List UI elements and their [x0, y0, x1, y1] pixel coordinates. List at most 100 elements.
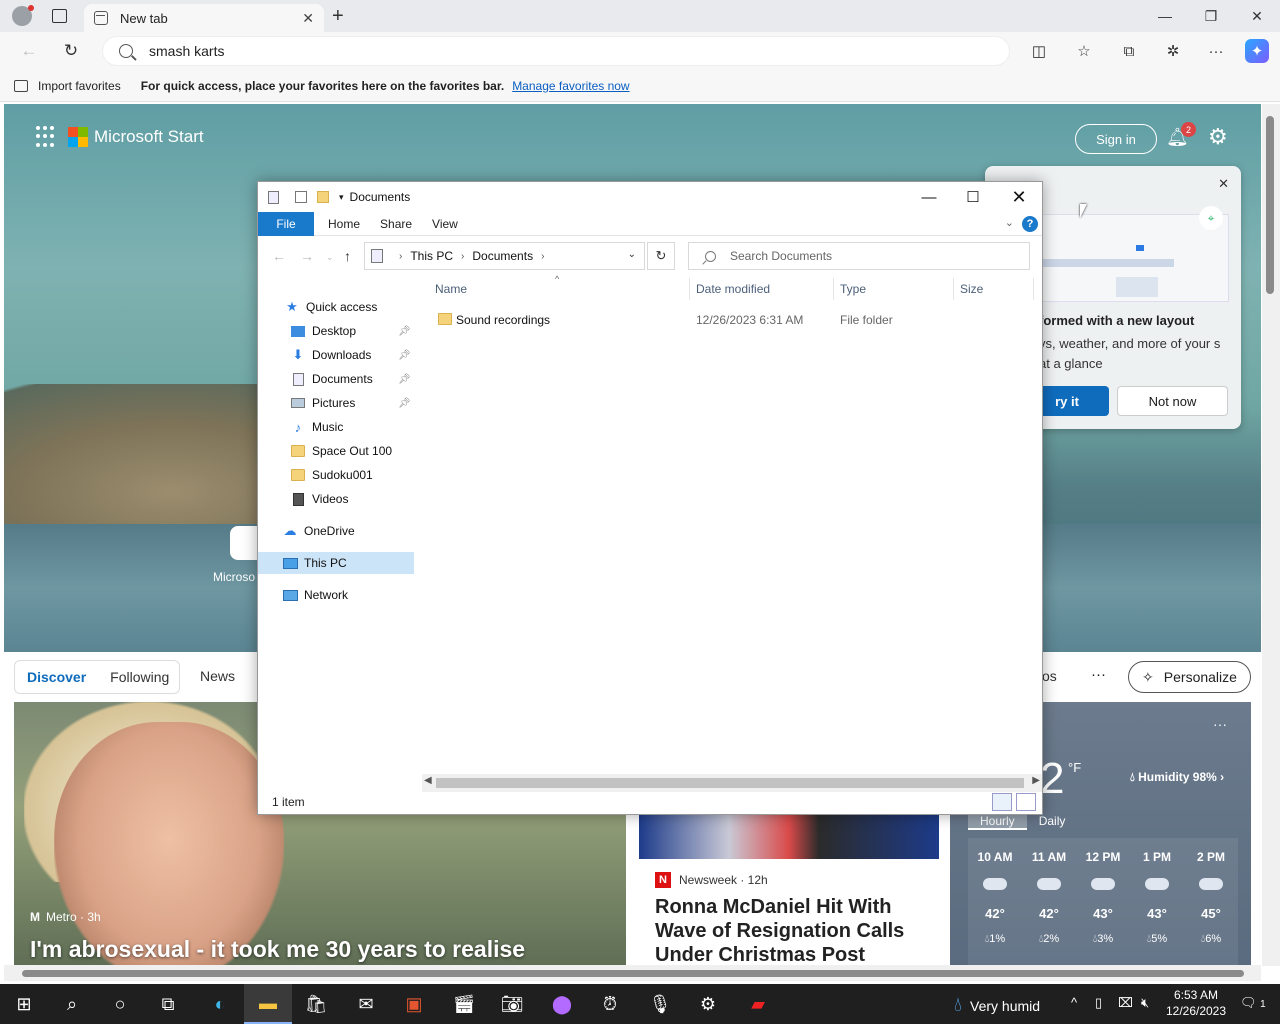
network-status-icon[interactable]: ⌧	[1118, 995, 1133, 1011]
collections-icon[interactable]: ⧉	[1116, 39, 1142, 63]
not-now-button[interactable]: Not now	[1117, 386, 1228, 416]
scroll-right-icon[interactable]: ▶	[1032, 775, 1040, 786]
visual-search-icon[interactable]: ⌖	[1199, 206, 1223, 230]
maps-icon[interactable]: ⬤	[538, 984, 586, 1024]
path-documents[interactable]: Documents	[472, 249, 533, 263]
scroll-left-icon[interactable]: ◀	[424, 775, 432, 786]
explorer-maximize-button[interactable]: ☐	[950, 182, 996, 212]
weather-humidity[interactable]: 💧︎ Humidity 98% ›	[1130, 770, 1224, 785]
tree-sudoku[interactable]: Sudoku001	[290, 464, 373, 486]
more-menu-icon[interactable]: ···	[1203, 39, 1229, 63]
scroll-thumb[interactable]	[22, 970, 1244, 977]
scroll-thumb[interactable]	[1266, 116, 1274, 294]
personalize-button[interactable]: ✧ Personalize	[1128, 661, 1251, 693]
close-popup-icon[interactable]: ✕	[1218, 176, 1229, 192]
tab-file[interactable]: File	[258, 211, 314, 236]
sign-in-button[interactable]: Sign in	[1075, 124, 1157, 154]
tab-share[interactable]: Share	[380, 217, 412, 231]
tree-pictures[interactable]: Pictures	[290, 392, 355, 414]
card2-headline[interactable]: Ronna McDaniel Hit With Wave of Resignat…	[655, 895, 925, 967]
path-this-pc[interactable]: This PC	[410, 249, 453, 263]
help-icon[interactable]: ?	[1022, 216, 1038, 232]
details-view-icon[interactable]	[992, 793, 1012, 811]
column-divider[interactable]	[953, 278, 954, 300]
edge-icon[interactable]: ◐	[196, 984, 244, 1024]
nav-forward-icon[interactable]: →	[300, 248, 314, 264]
tree-network[interactable]: Network	[282, 584, 348, 606]
column-divider[interactable]	[833, 278, 834, 300]
show-hidden-icons[interactable]: ^	[1071, 995, 1077, 1010]
extensions-icon[interactable]: ✲	[1160, 39, 1186, 63]
copilot-icon[interactable]: ✦	[1245, 39, 1269, 63]
tab-new-tab[interactable]: New tab ✕	[84, 4, 324, 32]
feed-more-icon[interactable]: ···	[1091, 666, 1106, 683]
alarms-icon[interactable]: ⏰︎	[586, 984, 634, 1024]
tree-quick-access[interactable]: ★ Quick access	[284, 296, 377, 318]
file-row[interactable]: Sound recordings 12/26/2023 6:31 AM File…	[428, 309, 1028, 331]
file-explorer-icon[interactable]: ▬	[244, 984, 292, 1024]
page-vertical-scrollbar[interactable]	[1262, 104, 1280, 966]
explorer-minimize-button[interactable]: —	[906, 182, 952, 212]
nav-up-icon[interactable]: ↑	[344, 248, 351, 264]
minimize-button[interactable]: —	[1142, 2, 1188, 30]
column-date-modified[interactable]: Date modified	[696, 282, 770, 296]
search-icon[interactable]: ⌕	[48, 984, 96, 1024]
apps-grid-icon[interactable]	[36, 126, 58, 148]
card1-headline[interactable]: I'm abrosexual - it took me 30 years to …	[30, 936, 525, 963]
expand-ribbon-icon[interactable]: ⌄	[1005, 216, 1014, 229]
voice-recorder-icon[interactable]: 🎙︎	[636, 984, 684, 1024]
tab-hourly[interactable]: Hourly	[968, 814, 1027, 830]
qat-dropdown-icon[interactable]: ▾	[339, 192, 344, 203]
address-path[interactable]: › This PC › Documents › ⌄	[364, 242, 645, 270]
start-windows-icon[interactable]: ⊞	[0, 984, 48, 1024]
nav-back-icon[interactable]: ←	[272, 248, 286, 264]
tab-home[interactable]: Home	[328, 217, 360, 231]
tab-actions-icon[interactable]	[52, 9, 67, 23]
task-view-icon[interactable]: ⧉	[144, 984, 192, 1024]
close-window-button[interactable]: ✕	[1234, 2, 1280, 30]
refresh-icon[interactable]: ↻	[647, 242, 675, 270]
scroll-thumb[interactable]	[436, 778, 1024, 788]
cortana-icon[interactable]: ○	[96, 984, 144, 1024]
properties-check-icon[interactable]	[295, 191, 307, 203]
volume-muted-icon[interactable]: 🔇︎	[1141, 995, 1149, 1011]
tab-following[interactable]: Following	[98, 669, 181, 685]
device-icon[interactable]: ▯	[1095, 995, 1102, 1011]
settings-gear-icon[interactable]: ⚙	[1208, 124, 1228, 150]
new-tab-button[interactable]: +	[332, 5, 344, 28]
tree-space-out[interactable]: Space Out 100	[290, 440, 392, 462]
tree-music[interactable]: ♪ Music	[290, 416, 344, 438]
address-bar[interactable]: smash karts	[102, 36, 1010, 66]
weather-more-icon[interactable]: ···	[1213, 716, 1227, 732]
office-icon[interactable]: ▣	[390, 984, 438, 1024]
movies-icon[interactable]: 🎬︎	[440, 984, 488, 1024]
restore-button[interactable]: ❐	[1188, 2, 1234, 30]
tab-discover[interactable]: Discover	[15, 669, 98, 685]
tree-desktop[interactable]: Desktop	[290, 320, 356, 342]
tab-videos-partial[interactable]: os	[1042, 668, 1057, 684]
close-tab-icon[interactable]: ✕	[302, 10, 314, 27]
tree-downloads[interactable]: ⬇ Downloads	[290, 344, 372, 366]
large-icons-view-icon[interactable]	[1016, 793, 1036, 811]
store-icon[interactable]: 🛍︎	[292, 984, 340, 1024]
taskbar-weather[interactable]: 💧︎ Very humid	[954, 994, 1040, 1017]
news-card-2[interactable]: N Newsweek · 12h Ronna McDaniel Hit With…	[639, 815, 939, 967]
import-favorites-button[interactable]: Import favorites	[14, 79, 121, 93]
settings-icon[interactable]: ⚙	[684, 984, 732, 1024]
search-documents-input[interactable]: Search Documents	[688, 242, 1030, 270]
tab-view[interactable]: View	[432, 217, 458, 231]
explorer-close-button[interactable]: ✕	[996, 182, 1042, 212]
tab-news[interactable]: News	[200, 668, 235, 684]
column-type[interactable]: Type	[840, 282, 866, 296]
start-brand[interactable]: Microsoft Start	[94, 127, 204, 147]
tree-this-pc[interactable]: This PC	[258, 552, 414, 574]
flash-app-icon[interactable]: ▰	[734, 984, 782, 1024]
camera-icon[interactable]: 📷︎	[488, 984, 536, 1024]
mail-icon[interactable]: ✉	[342, 984, 390, 1024]
recent-locations-icon[interactable]: ⌄	[326, 252, 334, 263]
column-name[interactable]: Name	[435, 282, 467, 296]
favorites-star-icon[interactable]: ☆	[1071, 39, 1097, 63]
refresh-button[interactable]: ↻	[56, 37, 86, 65]
files-horizontal-scrollbar[interactable]: ◀ ▶	[422, 774, 1042, 792]
column-divider[interactable]	[689, 278, 690, 300]
